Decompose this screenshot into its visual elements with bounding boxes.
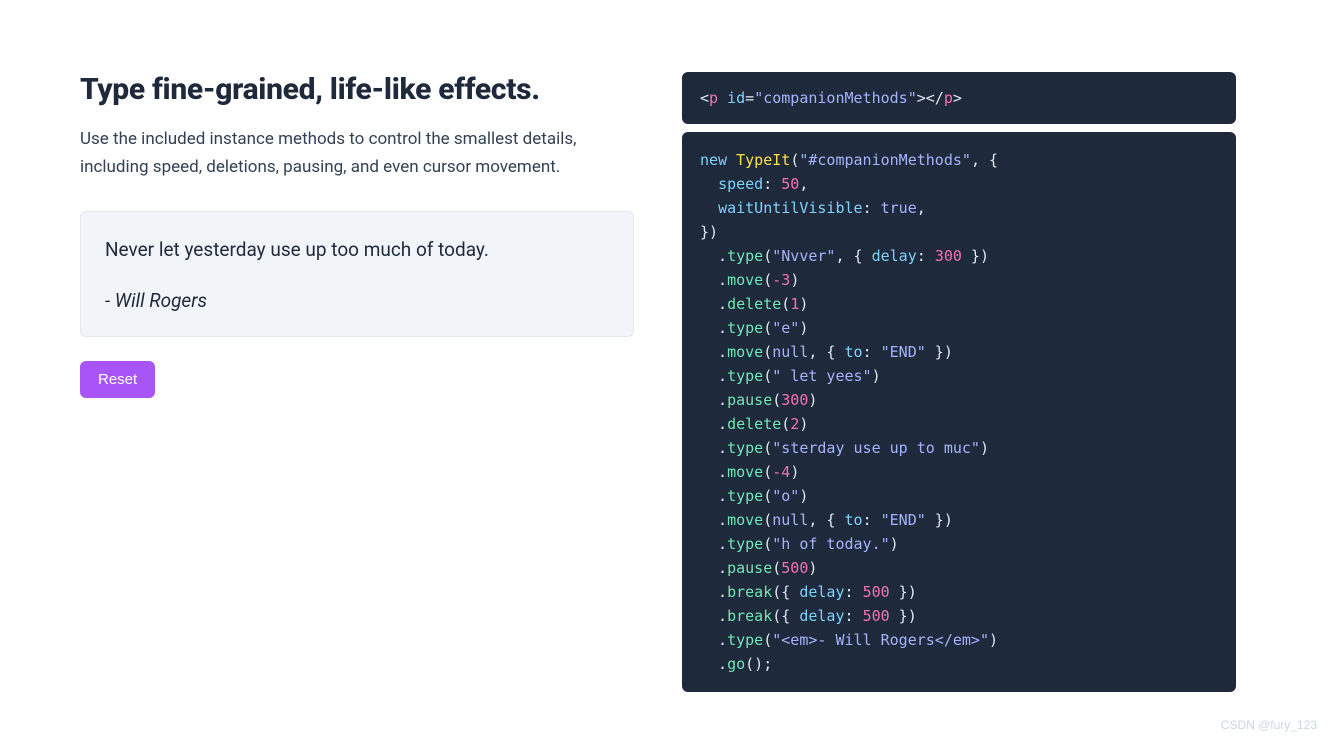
page-root: Type fine-grained, life-like effects. Us… (0, 0, 1335, 732)
section-heading: Type fine-grained, life-like effects. (80, 72, 634, 107)
example-output-line-2: - Will Rogers (105, 289, 609, 312)
example-output-line-1: Never let yesterday use up too much of t… (105, 238, 609, 261)
reset-button[interactable]: Reset (80, 361, 155, 398)
section-subheading: Use the included instance methods to con… (80, 125, 634, 181)
example-output-box: Never let yesterday use up too much of t… (80, 211, 634, 337)
right-column: <p id="companionMethods"></p> new TypeIt… (682, 72, 1236, 692)
code-snippet-js: new TypeIt("#companionMethods", { speed:… (682, 132, 1236, 692)
left-column: Type fine-grained, life-like effects. Us… (80, 72, 634, 692)
code-snippet-html: <p id="companionMethods"></p> (682, 72, 1236, 124)
watermark-text: CSDN @fury_123 (1221, 718, 1317, 732)
